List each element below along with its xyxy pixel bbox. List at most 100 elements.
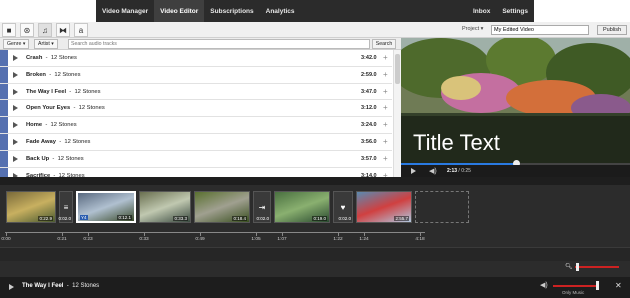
track-title: Back Up - 12 Stones [26, 155, 84, 162]
track-play-icon[interactable] [13, 122, 18, 129]
zoom-icon: 🔍︎ [565, 264, 573, 270]
camera-icon[interactable]: ■ [2, 23, 16, 37]
volume-icon[interactable]: ◀) [429, 167, 437, 175]
scroll-thumb[interactable] [395, 54, 400, 84]
transition-icon[interactable]: ⧓ [56, 23, 70, 37]
add-track-icon[interactable]: + [383, 53, 388, 62]
timeline-clip[interactable]: 0:22.9 [6, 191, 56, 223]
add-track-icon[interactable]: + [383, 103, 388, 112]
audio-track-row[interactable]: Broken - 12 Stones 2:59.0 + [0, 66, 392, 84]
audio-lane[interactable] [0, 247, 630, 261]
add-track-icon[interactable]: + [383, 120, 388, 129]
genre-dropdown[interactable]: Genre ▾ [3, 39, 30, 49]
audio-volume-icon[interactable]: ◀) [540, 281, 548, 289]
audio-track-row[interactable]: Home - 12 Stones 3:24.0 + [0, 117, 392, 134]
track-color-strip [0, 117, 8, 133]
timeline-clip[interactable]: Y4 0:12.1 [76, 191, 136, 223]
track-artist: 12 Stones [64, 139, 91, 145]
audio-search-input[interactable] [68, 39, 370, 49]
ruler-line [5, 232, 425, 233]
transition-icon: ⇥ [258, 202, 266, 212]
track-duration: 3:24.0 [361, 122, 377, 129]
text-icon[interactable]: a [74, 23, 88, 37]
music-icon[interactable]: ♫ [38, 23, 52, 37]
track-play-icon[interactable] [13, 105, 18, 112]
ruler-tick-label: 0:23 [83, 237, 93, 242]
video-preview[interactable]: Title Text ◀) 2:13 / 0:25 [401, 38, 630, 177]
track-list-scrollbar[interactable] [393, 50, 401, 177]
nav-inbox[interactable]: Inbox [467, 0, 496, 22]
nav-subscriptions[interactable]: Subscriptions [204, 0, 259, 22]
preview-play-icon[interactable] [411, 168, 416, 174]
top-bar: Video Manager Video Editor Subscriptions… [0, 0, 630, 22]
track-color-strip [0, 134, 8, 150]
add-track-icon[interactable]: + [383, 87, 388, 96]
clip-duration: 0:33.3 [173, 216, 188, 221]
timeline-transition[interactable]: ♥ 0:02.0 [333, 191, 353, 223]
clip-duration: 0:22.9 [38, 216, 53, 221]
ruler-tick-label: 0:00 [1, 237, 11, 242]
track-color-strip [0, 83, 8, 100]
track-play-icon[interactable] [13, 88, 18, 95]
track-play-icon[interactable] [13, 55, 18, 61]
audio-track-row[interactable]: Sacrifice - 12 Stones 3:14.0 + [0, 167, 392, 177]
ruler-tick-label: 1:05 [251, 237, 261, 242]
track-title: Crash - 12 Stones [26, 55, 77, 61]
publish-button[interactable]: Publish [597, 25, 627, 35]
timeline-clip[interactable]: 2:55.7 [356, 191, 412, 223]
audio-mix-slider-track[interactable] [553, 285, 599, 287]
nav-video-editor[interactable]: Video Editor [154, 0, 205, 22]
ruler-tick-label: 1:24 [359, 237, 369, 242]
audio-track-row[interactable]: Open Your Eyes - 12 Stones 3:12.0 + [0, 100, 392, 118]
zoom-slider-track[interactable] [575, 266, 619, 268]
transition-icon: ♥ [340, 202, 346, 212]
track-duration: 3:12.0 [361, 105, 377, 112]
artist-dropdown[interactable]: Artist ▾ [34, 39, 58, 49]
track-play-icon[interactable] [13, 155, 18, 162]
timeline-clip[interactable]: 0:33.3 [139, 191, 191, 223]
search-button[interactable]: Search [372, 39, 396, 49]
track-play-icon[interactable] [13, 139, 18, 145]
timeline-zoom: 🔍︎ [565, 263, 625, 271]
track-artist: 12 Stones [57, 155, 84, 162]
close-icon[interactable]: ✕ [615, 281, 622, 290]
audio-track-row[interactable]: Back Up - 12 Stones 3:57.0 + [0, 150, 392, 168]
nav-settings[interactable]: Settings [496, 0, 534, 22]
audio-track-title: The Way I Feel [22, 283, 64, 289]
zoom-slider-knob[interactable] [576, 263, 579, 271]
track-color-strip [0, 150, 8, 167]
audio-track-row[interactable]: The Way I Feel - 12 Stones 3:47.0 + [0, 83, 392, 101]
audio-track-row[interactable]: Fade Away - 12 Stones 3:56.0 + [0, 134, 392, 151]
timeline-transition[interactable]: ⇥ 0:02.0 [253, 191, 271, 223]
timeline-clip[interactable]: 0:18.4 [194, 191, 250, 223]
title-text-overlay[interactable]: Title Text [413, 130, 500, 156]
timeline-header [0, 177, 630, 185]
audio-play-icon[interactable] [9, 284, 14, 290]
add-track-icon[interactable]: + [383, 137, 388, 146]
track-title: Home - 12 Stones [26, 122, 77, 129]
video-editor-app: Video Manager Video Editor Subscriptions… [0, 0, 630, 298]
track-color-strip [0, 66, 8, 83]
add-track-icon[interactable]: + [383, 154, 388, 163]
timeline-transition[interactable]: ≡ 0:02.0 [58, 191, 73, 223]
ruler-tick-label: 1:22 [333, 237, 343, 242]
genre-label: Genre [7, 41, 22, 47]
track-name: Crash [26, 55, 43, 61]
cc-icon[interactable]: ⊛ [20, 23, 34, 37]
project-dropdown[interactable]: Project ▾ [462, 26, 483, 32]
nav-video-manager[interactable]: Video Manager [96, 0, 154, 22]
track-name: Home [26, 122, 43, 129]
audio-mix-slider-knob[interactable] [596, 281, 599, 290]
audio-track-row[interactable]: Crash - 12 Stones 3:42.0 + [0, 50, 392, 67]
project-name-input[interactable] [491, 25, 589, 35]
editor-toolbar: ■ ⊛ ♫ ⧓ a Project ▾ Publish [0, 22, 630, 38]
timeline-ruler: 0:00 0:21 0:23 0:33 0:49 1:05 1:07 1:22 1:24 4:18 [0, 232, 630, 244]
add-track-icon[interactable]: + [383, 70, 388, 79]
audio-filters: Genre ▾ Artist ▾ Search [0, 38, 401, 50]
timeline-clip[interactable]: 0:19.0 [274, 191, 330, 223]
nav-analytics[interactable]: Analytics [260, 0, 301, 22]
timeline-empty-slot[interactable] [415, 191, 469, 223]
audio-track-artist: 12 Stones [72, 283, 100, 289]
track-play-icon[interactable] [13, 71, 18, 78]
track-title: Open Your Eyes - 12 Stones [26, 105, 105, 112]
